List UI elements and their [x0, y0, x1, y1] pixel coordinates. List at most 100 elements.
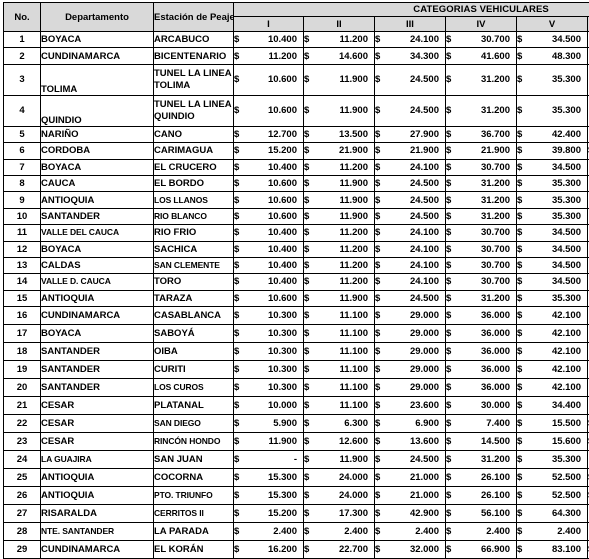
cell-departamento: VALLE D. CAUCA [41, 274, 154, 290]
table-row[interactable]: 12BOYACASACHICA$10.400$11.200$24.100$30.… [4, 241, 589, 257]
table-row[interactable]: 18SANTANDEROIBA$10.300$11.100$29.000$36.… [4, 343, 589, 361]
cell-no: 19 [4, 361, 41, 379]
amount-value: 35.300 [552, 105, 587, 116]
cell-tarifa-cat-i: $15.300 [234, 469, 304, 487]
table-row[interactable]: 13CALDASSAN CLEMENTE$10.400$11.200$24.10… [4, 257, 589, 273]
amount-value: 16.200 [268, 544, 303, 555]
amount-value: 26.100 [481, 472, 516, 483]
amount-value: 34.500 [552, 260, 587, 271]
cell-tarifa-cat-iv: $31.200 [446, 451, 517, 469]
cell-tarifa-cat-v: $34.500 [517, 32, 588, 48]
table-row[interactable]: 22CESARSAN DIEGO$5.900$6.300$6.900$7.400… [4, 415, 589, 433]
currency-symbol: $ [375, 454, 382, 465]
amount-value: 10.400 [268, 227, 303, 238]
cell-tarifa-cat-ii: $11.100 [304, 343, 375, 361]
table-row[interactable]: 5NARIÑOCANO$12.700$13.500$27.900$36.700$… [4, 126, 589, 142]
table-row[interactable]: 19SANTANDERCURITI$10.300$11.100$29.000$3… [4, 361, 589, 379]
cell-tarifa-cat-ii: $13.500 [304, 126, 375, 142]
amount-value: 35.300 [552, 74, 587, 85]
cell-tarifa-cat-v: $42.100 [517, 325, 588, 343]
cell-estacion-de-peaje: EL BORDO [154, 175, 234, 191]
amount-value: 15.600 [552, 436, 587, 447]
table-row[interactable]: 28NTE. SANTANDERLA PARADA$2.400$2.400$2.… [4, 523, 589, 541]
table-row[interactable]: 24LA GUAJIRASAN JUAN$-$11.900$24.500$31.… [4, 451, 589, 469]
cell-tarifa-cat-iii: $29.000 [375, 325, 446, 343]
cell-tarifa-cat-v: $35.300 [517, 192, 588, 208]
currency-symbol: $ [304, 227, 311, 238]
currency-symbol: $ [304, 34, 311, 45]
table-row[interactable]: 6CORDOBACARIMAGUA$15.200$21.900$21.900$2… [4, 143, 589, 159]
table-row[interactable]: 10SANTANDERRIO BLANCO$10.600$11.900$24.5… [4, 208, 589, 224]
currency-symbol: $ [517, 105, 524, 116]
table-row[interactable]: 17BOYACASABOYÁ$10.300$11.100$29.000$36.0… [4, 325, 589, 343]
amount-value: 24.100 [410, 276, 445, 287]
table-row[interactable]: 15ANTIOQUIATARAZA$10.600$11.900$24.500$3… [4, 290, 589, 306]
cell-no: 17 [4, 325, 41, 343]
amount-value: 36.000 [481, 328, 516, 339]
table-row[interactable]: 11VALLE DEL CAUCARIO FRIO$10.400$11.200$… [4, 225, 589, 241]
amount-value: 2.400 [486, 526, 516, 537]
currency-symbol: $ [234, 129, 241, 140]
table-row[interactable]: 16CUNDINAMARCACASABLANCA$10.300$11.100$2… [4, 307, 589, 325]
currency-symbol: $ [304, 418, 311, 429]
cell-departamento: CALDAS [41, 257, 154, 273]
amount-value: 2.400 [273, 526, 303, 537]
cell-tarifa-cat-ii: $17.300 [304, 505, 375, 523]
table-row[interactable]: 27RISARALDACERRITOS II$15.200$17.300$42.… [4, 505, 589, 523]
currency-symbol: $ [234, 328, 241, 339]
amount-value: 35.300 [552, 178, 587, 189]
cell-no: 18 [4, 343, 41, 361]
amount-value: 10.300 [268, 346, 303, 357]
cell-departamento: ANTIOQUIA [41, 192, 154, 208]
cell-tarifa-cat-ii: $11.900 [304, 95, 375, 126]
currency-symbol: $ [446, 346, 453, 357]
cell-departamento: CUNDINAMARCA [41, 48, 154, 64]
cell-tarifa-cat-iv: $31.200 [446, 175, 517, 191]
amount-value: 10.400 [268, 260, 303, 271]
cell-tarifa-cat-iv: $31.200 [446, 95, 517, 126]
currency-symbol: $ [375, 105, 382, 116]
cell-tarifa-cat-i: $16.200 [234, 541, 304, 559]
cell-tarifa-cat-v: $39.800 [517, 143, 588, 159]
amount-value: 2.400 [415, 526, 445, 537]
table-row[interactable]: 23CESARRINCÓN HONDO$11.900$12.600$13.600… [4, 433, 589, 451]
cell-estacion-de-peaje: EL CRUCERO [154, 159, 234, 175]
currency-symbol: $ [375, 162, 382, 173]
amount-value: 24.000 [339, 472, 374, 483]
cell-no: 4 [4, 95, 41, 126]
cell-estacion-de-peaje: TUNEL LA LINEA QUINDIO [154, 95, 234, 126]
cell-tarifa-cat-i: $10.300 [234, 379, 304, 397]
currency-symbol: $ [304, 276, 311, 287]
amount-value: 34.400 [552, 400, 587, 411]
amount-value: 35.300 [552, 454, 587, 465]
table-row[interactable]: 2CUNDINAMARCABICENTENARIO$11.200$14.600$… [4, 48, 589, 64]
amount-value: 12.600 [339, 436, 374, 447]
table-row[interactable]: 26ANTIOQUIAPTO. TRIUNFO$15.300$24.000$21… [4, 487, 589, 505]
table-row[interactable]: 29CUNDINAMARCAEL KORÁN$16.200$22.700$32.… [4, 541, 589, 559]
toll-rates-table: No. Departamento Estación de Peaje CATEG… [3, 2, 589, 559]
table-row[interactable]: 1BOYACAARCABUCO$10.400$11.200$24.100$30.… [4, 32, 589, 48]
amount-value: 11.900 [339, 105, 374, 116]
cell-tarifa-cat-ii: $12.600 [304, 433, 375, 451]
currency-symbol: $ [517, 244, 524, 255]
cell-estacion-de-peaje: SAN DIEGO [154, 415, 234, 433]
cell-tarifa-cat-ii: $11.900 [304, 290, 375, 306]
cell-no: 13 [4, 257, 41, 273]
column-header-cat-iii: III [375, 17, 446, 32]
currency-symbol: $ [234, 472, 241, 483]
table-row[interactable]: 25ANTIOQUIACOCORNA$15.300$24.000$21.000$… [4, 469, 589, 487]
cell-no: 10 [4, 208, 41, 224]
cell-tarifa-cat-iii: $42.900 [375, 505, 446, 523]
table-row[interactable]: 3TOLIMATUNEL LA LINEA TOLIMA$10.600$11.9… [4, 64, 589, 95]
table-row[interactable]: 14VALLE D. CAUCATORO$10.400$11.200$24.10… [4, 274, 589, 290]
currency-symbol: $ [517, 544, 524, 555]
table-row[interactable]: 4QUINDIOTUNEL LA LINEA QUINDIO$10.600$11… [4, 95, 589, 126]
table-row[interactable]: 8CAUCAEL BORDO$10.600$11.900$24.500$31.2… [4, 175, 589, 191]
cell-tarifa-cat-ii: $24.000 [304, 469, 375, 487]
table-row[interactable]: 21CESARPLATANAL$10.000$11.100$23.600$30.… [4, 397, 589, 415]
table-row[interactable]: 9ANTIOQUIALOS LLANOS$10.600$11.900$24.50… [4, 192, 589, 208]
currency-symbol: $ [446, 490, 453, 501]
table-row[interactable]: 20SANTANDERLOS CUROS$10.300$11.100$29.00… [4, 379, 589, 397]
amount-value: 2.400 [344, 526, 374, 537]
table-row[interactable]: 7BOYACAEL CRUCERO$10.400$11.200$24.100$3… [4, 159, 589, 175]
